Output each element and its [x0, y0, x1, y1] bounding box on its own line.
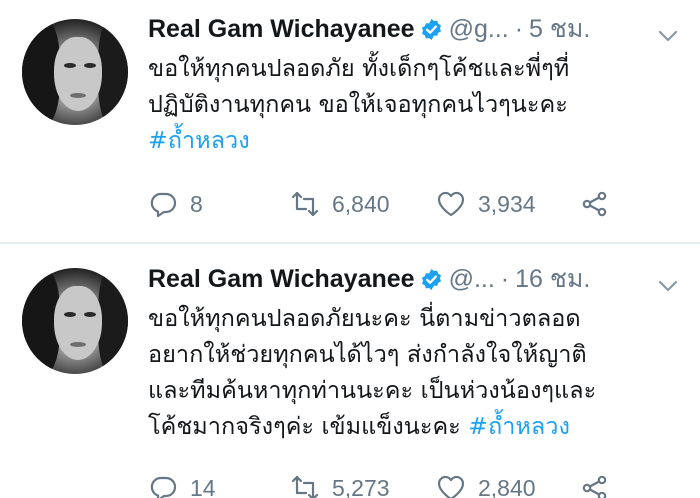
avatar-eye: [64, 312, 76, 317]
verified-badge-icon: [421, 18, 441, 40]
hashtag-link[interactable]: #ถ้ำหลวง: [468, 412, 570, 440]
share-icon: [582, 475, 607, 498]
tweet-header: Real Gam Wichayanee @... · 16 ชม.: [148, 262, 590, 296]
retweet-button[interactable]: 5,273: [290, 470, 390, 498]
retweet-count: 5,273: [332, 474, 390, 498]
tweet-text-line: โค้ชมากจริงๆค่ะ เข้มแข็งนะคะ: [148, 412, 469, 440]
like-count: 2,840: [478, 474, 536, 498]
reply-icon: [150, 192, 177, 218]
separator-dot: ·: [500, 264, 510, 293]
avatar-eye: [84, 63, 96, 68]
author-handle[interactable]: @...: [449, 265, 495, 294]
retweet-button[interactable]: 6,840: [290, 186, 390, 222]
avatar-face: [54, 37, 102, 111]
tweet-header: Real Gam Wichayanee @g... · 5 ชม.: [148, 12, 590, 46]
like-button[interactable]: 2,840: [436, 470, 536, 498]
share-button[interactable]: [580, 186, 610, 222]
heart-icon: [437, 191, 465, 217]
heart-icon: [437, 475, 465, 498]
author-name[interactable]: Real Gam Wichayanee: [148, 265, 415, 294]
timestamp[interactable]: 5 ชม.: [529, 9, 590, 49]
retweet-icon: [291, 475, 319, 498]
like-count: 3,934: [478, 190, 536, 217]
timestamp[interactable]: 16 ชม.: [515, 259, 590, 299]
tweet[interactable]: Real Gam Wichayanee @g... · 5 ชม. ขอให้ท…: [0, 0, 700, 243]
tweet-text-line: ปฏิบัติงานทุกคน ขอให้เจอทุกคนไวๆนะคะ: [148, 90, 568, 118]
share-icon: [582, 191, 607, 217]
separator-dot: ·: [514, 14, 524, 43]
reply-button[interactable]: 8: [148, 186, 203, 222]
tweet-text: ขอให้ทุกคนปลอดภัยนะคะ นี่ตามข่าวตลอด อยา…: [148, 300, 688, 444]
avatar-lips: [70, 93, 86, 98]
tweet-text-line: ขอให้ทุกคนปลอดภัย ทั้งเด็กๆโค้ชและพี่ๆที…: [148, 54, 570, 82]
reply-count: 8: [190, 190, 203, 217]
share-button[interactable]: [580, 470, 610, 498]
avatar-eye: [64, 63, 76, 68]
chevron-down-icon[interactable]: [658, 30, 678, 42]
avatar-hair: [98, 19, 128, 125]
hashtag-link[interactable]: #ถ้ำหลวง: [148, 126, 250, 154]
like-button[interactable]: 3,934: [436, 186, 536, 222]
avatar[interactable]: [22, 268, 128, 374]
avatar-lips: [70, 342, 86, 347]
tweet-text: ขอให้ทุกคนปลอดภัย ทั้งเด็กๆโค้ชและพี่ๆที…: [148, 50, 688, 158]
avatar-eye: [84, 312, 96, 317]
chevron-down-icon[interactable]: [658, 280, 678, 292]
reply-count: 14: [190, 474, 216, 498]
tweet-text-line: และทีมค้นหาทุกท่านนะคะ เป็นห่วงน้องๆและ: [148, 376, 597, 404]
reply-icon: [150, 476, 177, 498]
retweet-count: 6,840: [332, 190, 390, 217]
author-name[interactable]: Real Gam Wichayanee: [148, 15, 415, 44]
tweet-text-line: ขอให้ทุกคนปลอดภัยนะคะ นี่ตามข่าวตลอด: [148, 304, 581, 332]
author-handle[interactable]: @g...: [449, 15, 509, 44]
verified-badge-icon: [421, 268, 441, 290]
avatar-hair: [98, 268, 128, 374]
tweet-feed: Real Gam Wichayanee @g... · 5 ชม. ขอให้ท…: [0, 0, 700, 498]
reply-button[interactable]: 14: [148, 470, 216, 498]
retweet-icon: [291, 191, 319, 217]
tweet-text-line: อยากให้ช่วยทุกคนได้ไวๆ ส่งกำลังใจให้ญาติ: [148, 340, 587, 368]
avatar[interactable]: [22, 19, 128, 125]
avatar-face: [54, 286, 102, 360]
tweet[interactable]: Real Gam Wichayanee @... · 16 ชม. ขอให้ท…: [0, 244, 700, 498]
